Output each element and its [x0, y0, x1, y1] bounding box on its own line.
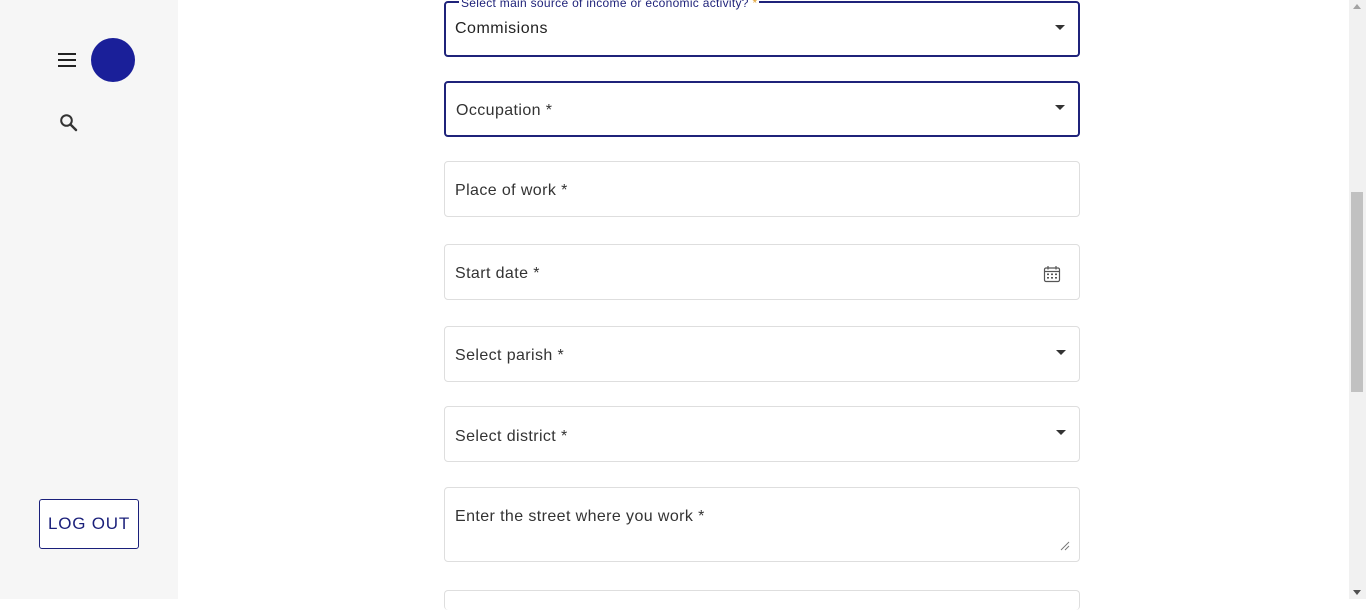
dropdown-arrow-icon[interactable] — [1055, 25, 1065, 30]
income-source-select[interactable]: Select main source of income or economic… — [444, 0, 1080, 57]
place-of-work-input[interactable]: Place of work * — [444, 161, 1080, 217]
vertical-scrollbar[interactable] — [1349, 0, 1366, 599]
parish-label: Select parish * — [455, 347, 565, 364]
parish-select[interactable]: Select parish * — [444, 326, 1080, 382]
income-source-value: Commisions — [455, 20, 549, 37]
calendar-icon[interactable] — [1043, 265, 1061, 283]
next-field[interactable] — [444, 590, 1080, 610]
hamburger-menu-icon[interactable] — [56, 50, 78, 70]
avatar[interactable] — [91, 38, 135, 82]
place-of-work-label: Place of work * — [455, 182, 568, 199]
occupation-select[interactable]: Occupation * — [444, 81, 1080, 137]
scroll-up-arrow-icon[interactable] — [1353, 4, 1361, 9]
start-date-input[interactable]: Start date * — [444, 244, 1080, 300]
search-icon[interactable] — [58, 112, 80, 134]
district-select[interactable]: Select district * — [444, 406, 1080, 462]
scrollbar-thumb[interactable] — [1351, 192, 1363, 392]
street-label: Enter the street where you work * — [455, 508, 705, 525]
dropdown-arrow-icon[interactable] — [1056, 430, 1066, 435]
scroll-down-arrow-icon[interactable] — [1353, 590, 1361, 595]
street-textarea[interactable]: Enter the street where you work * — [444, 487, 1080, 562]
dropdown-arrow-icon[interactable] — [1056, 350, 1066, 355]
dropdown-arrow-icon[interactable] — [1055, 105, 1065, 110]
occupation-label: Occupation * — [456, 102, 553, 119]
logout-button[interactable]: LOG OUT — [39, 499, 139, 549]
sidebar: LOG OUT — [0, 0, 178, 599]
start-date-label: Start date * — [455, 265, 540, 282]
district-label: Select district * — [455, 428, 568, 445]
income-source-label: Select main source of income or economic… — [459, 0, 760, 10]
resize-handle-icon[interactable] — [1060, 538, 1070, 551]
